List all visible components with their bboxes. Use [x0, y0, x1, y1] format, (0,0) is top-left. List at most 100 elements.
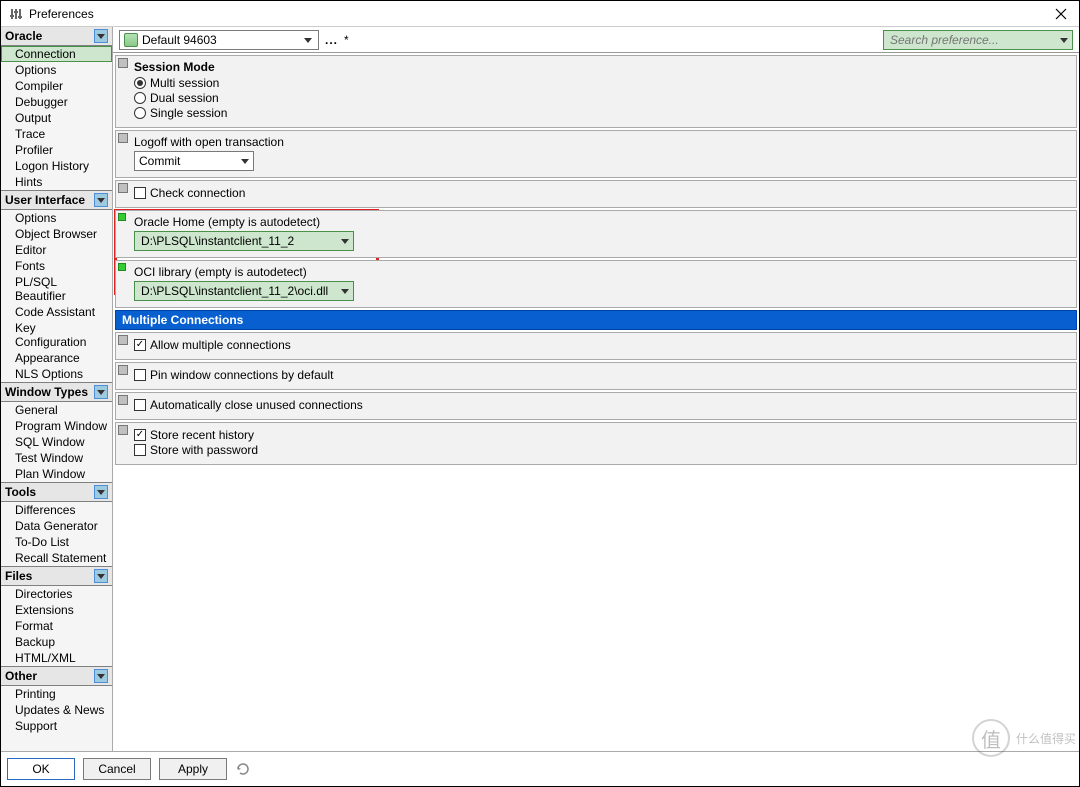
- autoclose-checkbox[interactable]: Automatically close unused connections: [134, 398, 1070, 412]
- sidebar-item-general[interactable]: General: [1, 402, 112, 418]
- search-box[interactable]: [883, 30, 1073, 50]
- database-label: Default 94603: [142, 33, 217, 47]
- pin-window-checkbox[interactable]: Pin window connections by default: [134, 368, 1070, 382]
- sidebar-item-extensions[interactable]: Extensions: [1, 602, 112, 618]
- sidebar-item-appearance[interactable]: Appearance: [1, 350, 112, 366]
- close-button[interactable]: [1051, 8, 1071, 20]
- oracle-home-label: Oracle Home (empty is autodetect): [134, 215, 1070, 229]
- sidebar-category-user-interface[interactable]: User Interface: [1, 190, 112, 210]
- sidebar-item-debugger[interactable]: Debugger: [1, 94, 112, 110]
- sidebar-item-compiler[interactable]: Compiler: [1, 78, 112, 94]
- sidebar-item-support[interactable]: Support: [1, 718, 112, 734]
- multiple-connections-header: Multiple Connections: [115, 310, 1077, 330]
- reset-icon[interactable]: [235, 761, 251, 777]
- sidebar-item-options[interactable]: Options: [1, 62, 112, 78]
- store-recent-checkbox[interactable]: Store recent history: [134, 428, 1070, 442]
- sidebar-item-format[interactable]: Format: [1, 618, 112, 634]
- drag-handle[interactable]: [118, 365, 128, 375]
- sidebar-item-hints[interactable]: Hints: [1, 174, 112, 190]
- chevron-down-icon: [94, 485, 108, 499]
- sidebar-item-pl-sql-beautifier[interactable]: PL/SQL Beautifier: [1, 274, 112, 304]
- drag-handle[interactable]: [118, 133, 128, 143]
- drag-handle[interactable]: [118, 58, 128, 68]
- sidebar-item-printing[interactable]: Printing: [1, 686, 112, 702]
- toolbar: Default 94603 ... *: [113, 27, 1079, 53]
- chevron-down-icon: [94, 193, 108, 207]
- drag-handle[interactable]: [118, 335, 128, 345]
- sidebar-item-differences[interactable]: Differences: [1, 502, 112, 518]
- sidebar-item-connection[interactable]: Connection: [1, 46, 112, 62]
- oracle-home-input[interactable]: [139, 233, 341, 249]
- sidebar-item-html-xml[interactable]: HTML/XML: [1, 650, 112, 666]
- oracle-home-select[interactable]: [134, 231, 354, 251]
- sidebar-item-recall-statement[interactable]: Recall Statement: [1, 550, 112, 566]
- sidebar-category-oracle[interactable]: Oracle: [1, 27, 112, 46]
- sidebar-item-test-window[interactable]: Test Window: [1, 450, 112, 466]
- oci-library-label: OCI library (empty is autodetect): [134, 265, 1070, 279]
- check-connection-group: Check connection: [115, 180, 1077, 208]
- sidebar-item-output[interactable]: Output: [1, 110, 112, 126]
- sidebar-category-window-types[interactable]: Window Types: [1, 382, 112, 402]
- sidebar-item-object-browser[interactable]: Object Browser: [1, 226, 112, 242]
- sidebar-category-tools[interactable]: Tools: [1, 482, 112, 502]
- oci-library-input[interactable]: [139, 283, 341, 299]
- sidebar-item-backup[interactable]: Backup: [1, 634, 112, 650]
- check-connection-checkbox[interactable]: Check connection: [134, 186, 1070, 200]
- sidebar-item-logon-history[interactable]: Logon History: [1, 158, 112, 174]
- logoff-select[interactable]: Commit: [134, 151, 254, 171]
- oci-library-select[interactable]: [134, 281, 354, 301]
- sidebar-item-profiler[interactable]: Profiler: [1, 142, 112, 158]
- sidebar-item-to-do-list[interactable]: To-Do List: [1, 534, 112, 550]
- button-bar: OK Cancel Apply: [1, 751, 1079, 786]
- drag-handle[interactable]: [118, 395, 128, 405]
- sidebar-item-data-generator[interactable]: Data Generator: [1, 518, 112, 534]
- oci-library-group: OCI library (empty is autodetect): [115, 260, 1077, 308]
- sidebar-item-updates-news[interactable]: Updates & News: [1, 702, 112, 718]
- sidebar-item-directories[interactable]: Directories: [1, 586, 112, 602]
- search-input[interactable]: [888, 32, 1060, 48]
- session-mode-radio-single-session[interactable]: Single session: [134, 106, 1070, 120]
- sidebar-item-sql-window[interactable]: SQL Window: [1, 434, 112, 450]
- sidebar-item-options[interactable]: Options: [1, 210, 112, 226]
- oracle-home-group: Oracle Home (empty is autodetect): [115, 210, 1077, 258]
- pin-window-group: Pin window connections by default: [115, 362, 1077, 390]
- sidebar-item-plan-window[interactable]: Plan Window: [1, 466, 112, 482]
- sidebar-item-editor[interactable]: Editor: [1, 242, 112, 258]
- allow-multiple-group: Allow multiple connections: [115, 332, 1077, 360]
- chevron-down-icon: [1060, 36, 1068, 44]
- drag-handle[interactable]: [118, 425, 128, 435]
- browse-button[interactable]: ...: [325, 33, 338, 47]
- pin-window-label: Pin window connections by default: [150, 368, 333, 382]
- ok-button[interactable]: OK: [7, 758, 75, 780]
- session-mode-radio-dual-session[interactable]: Dual session: [134, 91, 1070, 105]
- logoff-group: Logoff with open transaction Commit: [115, 130, 1077, 178]
- window-title: Preferences: [29, 7, 1051, 21]
- sidebar-item-fonts[interactable]: Fonts: [1, 258, 112, 274]
- autoclose-label: Automatically close unused connections: [150, 398, 363, 412]
- store-password-checkbox[interactable]: Store with password: [134, 443, 1070, 457]
- logoff-label: Logoff with open transaction: [134, 135, 1070, 149]
- sidebar-item-key-configuration[interactable]: Key Configuration: [1, 320, 112, 350]
- database-icon: [124, 33, 138, 47]
- sidebar-category-other[interactable]: Other: [1, 666, 112, 686]
- chevron-down-icon: [94, 669, 108, 683]
- history-group: Store recent history Store with password: [115, 422, 1077, 465]
- allow-multiple-checkbox[interactable]: Allow multiple connections: [134, 338, 1070, 352]
- session-mode-radio-multi-session[interactable]: Multi session: [134, 76, 1070, 90]
- chevron-down-icon: [241, 157, 249, 165]
- modified-marker: [118, 213, 126, 221]
- sidebar-item-nls-options[interactable]: NLS Options: [1, 366, 112, 382]
- modified-marker: [118, 263, 126, 271]
- sidebar-item-code-assistant[interactable]: Code Assistant: [1, 304, 112, 320]
- database-selector[interactable]: Default 94603: [119, 30, 319, 50]
- drag-handle[interactable]: [118, 183, 128, 193]
- sidebar-category-files[interactable]: Files: [1, 566, 112, 586]
- store-password-label: Store with password: [150, 443, 258, 457]
- chevron-down-icon: [94, 385, 108, 399]
- sidebar-item-program-window[interactable]: Program Window: [1, 418, 112, 434]
- allow-multiple-label: Allow multiple connections: [150, 338, 291, 352]
- sidebar-item-trace[interactable]: Trace: [1, 126, 112, 142]
- cancel-button[interactable]: Cancel: [83, 758, 151, 780]
- apply-button[interactable]: Apply: [159, 758, 227, 780]
- autoclose-group: Automatically close unused connections: [115, 392, 1077, 420]
